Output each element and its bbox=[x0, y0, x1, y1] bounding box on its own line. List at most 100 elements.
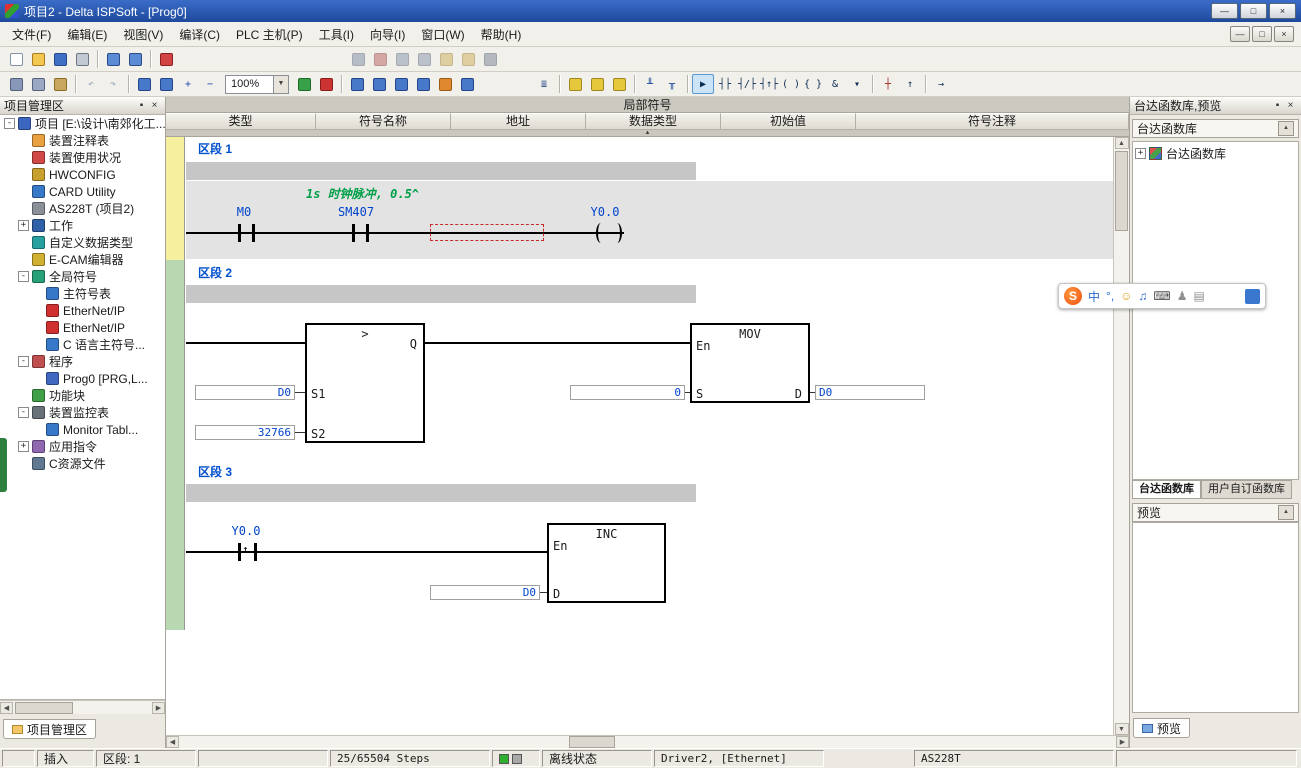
library-group-header[interactable]: 台达函数库 ▲ bbox=[1132, 119, 1299, 138]
scroll-down-button[interactable]: ▼ bbox=[1114, 723, 1129, 735]
pin-icon[interactable]: ▪ bbox=[135, 100, 148, 111]
contact-label[interactable]: SM407 bbox=[328, 205, 384, 219]
tree-item[interactable]: - 项目 [E:\设计\南郊化工... bbox=[0, 115, 165, 132]
section-comment-bar[interactable] bbox=[186, 285, 696, 303]
add-network-below-button[interactable] bbox=[586, 74, 608, 94]
scroll-up-button[interactable]: ▲ bbox=[1114, 137, 1129, 149]
mdi-close-button[interactable]: × bbox=[1274, 26, 1294, 42]
rising-pulse-button[interactable]: ↑ bbox=[899, 74, 921, 94]
punctuation-icon[interactable]: °, bbox=[1106, 289, 1114, 303]
online-edit-button[interactable] bbox=[434, 74, 456, 94]
menu-item[interactable]: 帮助(H) bbox=[473, 22, 530, 47]
account-icon[interactable]: ♟ bbox=[1177, 289, 1188, 303]
tree-item[interactable]: Prog0 [PRG,L... bbox=[0, 370, 165, 387]
simulator-button[interactable] bbox=[293, 74, 315, 94]
selection-box[interactable] bbox=[430, 224, 544, 241]
applied-instruction-button[interactable]: { } bbox=[802, 74, 824, 94]
library-tab[interactable]: 台达函数库 bbox=[1132, 480, 1201, 499]
paste-button[interactable] bbox=[49, 74, 71, 94]
cut-button[interactable] bbox=[5, 74, 27, 94]
coil-button[interactable]: ( ) bbox=[780, 74, 802, 94]
tree-item[interactable]: + 工作 bbox=[0, 217, 165, 234]
ladder-canvas[interactable]: 区段 1 1s 时钟脉冲, 0.5^ M0 SM407 Y0.0 区段 2 > … bbox=[166, 137, 1113, 735]
tree-item[interactable]: Monitor Tabl... bbox=[0, 421, 165, 438]
tree-expander[interactable]: - bbox=[18, 356, 29, 367]
contact-m0[interactable] bbox=[252, 224, 255, 242]
download-button[interactable] bbox=[346, 74, 368, 94]
monitor-button[interactable] bbox=[390, 74, 412, 94]
ladder-down-button[interactable]: ╥ bbox=[661, 74, 683, 94]
zoom-out-button[interactable]: − bbox=[199, 74, 221, 94]
find-replace-button[interactable] bbox=[155, 74, 177, 94]
contact-sm407[interactable] bbox=[366, 224, 369, 242]
operand-field[interactable]: 0 bbox=[570, 385, 685, 400]
compare-block[interactable]: > Q S1 S2 bbox=[305, 323, 425, 443]
operand-field[interactable]: 32766 bbox=[195, 425, 295, 440]
upload-button[interactable] bbox=[368, 74, 390, 94]
collapsed-panel-handle[interactable] bbox=[0, 438, 7, 492]
menu-item[interactable]: 工具(I) bbox=[311, 22, 362, 47]
library-tab[interactable]: 用户自订函数库 bbox=[1201, 480, 1292, 499]
ime-toolbox-grid-icon[interactable] bbox=[1245, 288, 1260, 304]
tree-item[interactable]: - 程序 bbox=[0, 353, 165, 370]
rotate-right-button[interactable] bbox=[413, 49, 435, 69]
save-button[interactable] bbox=[49, 49, 71, 69]
section-comment-bar[interactable] bbox=[186, 484, 696, 502]
skin-icon[interactable]: ▤ bbox=[1194, 289, 1205, 303]
close-icon[interactable]: × bbox=[1284, 100, 1297, 111]
contact-sm407[interactable] bbox=[352, 224, 355, 242]
output-window-button[interactable] bbox=[124, 49, 146, 69]
symbol-column-header[interactable]: 符号注释 bbox=[856, 113, 1129, 130]
tree-item[interactable]: AS228T (项目2) bbox=[0, 200, 165, 217]
stop-simulator-button[interactable] bbox=[315, 74, 337, 94]
operand-field[interactable]: D0 bbox=[195, 385, 295, 400]
coil[interactable] bbox=[612, 223, 622, 243]
tree-expander[interactable]: + bbox=[18, 441, 29, 452]
keyboard-icon[interactable]: ⌨ bbox=[1153, 289, 1170, 303]
zoom-combo[interactable]: 100% ▼ bbox=[225, 74, 289, 94]
maximize-button[interactable]: □ bbox=[1240, 3, 1267, 19]
lock-button[interactable] bbox=[435, 49, 457, 69]
section-gutter-active[interactable] bbox=[166, 137, 185, 260]
menu-item[interactable]: 编译(C) bbox=[171, 22, 228, 47]
ladder-up-button[interactable]: ╨ bbox=[639, 74, 661, 94]
tree-item[interactable]: E-CAM编辑器 bbox=[0, 251, 165, 268]
symbol-column-header[interactable]: 地址 bbox=[451, 113, 586, 130]
project-panel-tab[interactable]: 项目管理区 bbox=[3, 719, 97, 739]
select-tool-button[interactable]: ▶ bbox=[692, 74, 714, 94]
minimize-button[interactable]: — bbox=[1211, 3, 1238, 19]
menu-item[interactable]: 窗口(W) bbox=[413, 22, 472, 47]
tree-expander[interactable]: - bbox=[4, 118, 15, 129]
tree-item[interactable]: + 应用指令 bbox=[0, 438, 165, 455]
goto-button[interactable]: → bbox=[930, 74, 952, 94]
close-button[interactable]: × bbox=[1269, 3, 1296, 19]
menu-item[interactable]: 视图(V) bbox=[115, 22, 171, 47]
vertical-line-button[interactable]: ┼ bbox=[877, 74, 899, 94]
symbol-column-header[interactable]: 符号名称 bbox=[316, 113, 451, 130]
rotate-left-button[interactable] bbox=[391, 49, 413, 69]
tree-item[interactable]: 功能块 bbox=[0, 387, 165, 404]
section-gutter[interactable] bbox=[166, 260, 185, 630]
print-button[interactable] bbox=[71, 49, 93, 69]
tree-item[interactable]: C 语言主符号... bbox=[0, 336, 165, 353]
contact-label[interactable]: Y0.0 bbox=[223, 524, 269, 538]
tree-item[interactable]: 装置注释表 bbox=[0, 132, 165, 149]
record-button[interactable] bbox=[369, 49, 391, 69]
operand-field[interactable]: D0 bbox=[815, 385, 925, 400]
coil[interactable] bbox=[596, 223, 606, 243]
section-label[interactable]: 区段 1 bbox=[198, 140, 232, 157]
chinese-mode-icon[interactable]: 中 bbox=[1088, 288, 1100, 305]
preview-group-header[interactable]: 预览 ▲ bbox=[1132, 503, 1299, 522]
redo-button[interactable]: ↷ bbox=[102, 74, 124, 94]
scroll-right-button[interactable]: ▶ bbox=[1116, 736, 1129, 748]
tree-expander[interactable]: - bbox=[18, 271, 29, 282]
find-button[interactable] bbox=[133, 74, 155, 94]
symbols-collapse-strip[interactable]: ▲ bbox=[166, 130, 1129, 137]
scroll-right-button[interactable]: ▶ bbox=[152, 701, 165, 714]
section-label[interactable]: 区段 3 bbox=[198, 463, 232, 480]
symbol-column-header[interactable]: 数据类型 bbox=[586, 113, 721, 130]
tree-item[interactable]: HWCONFIG bbox=[0, 166, 165, 183]
contact-label[interactable]: M0 bbox=[223, 205, 265, 219]
anchor-button[interactable] bbox=[479, 49, 501, 69]
symbol-column-header[interactable]: 类型 bbox=[166, 113, 316, 130]
